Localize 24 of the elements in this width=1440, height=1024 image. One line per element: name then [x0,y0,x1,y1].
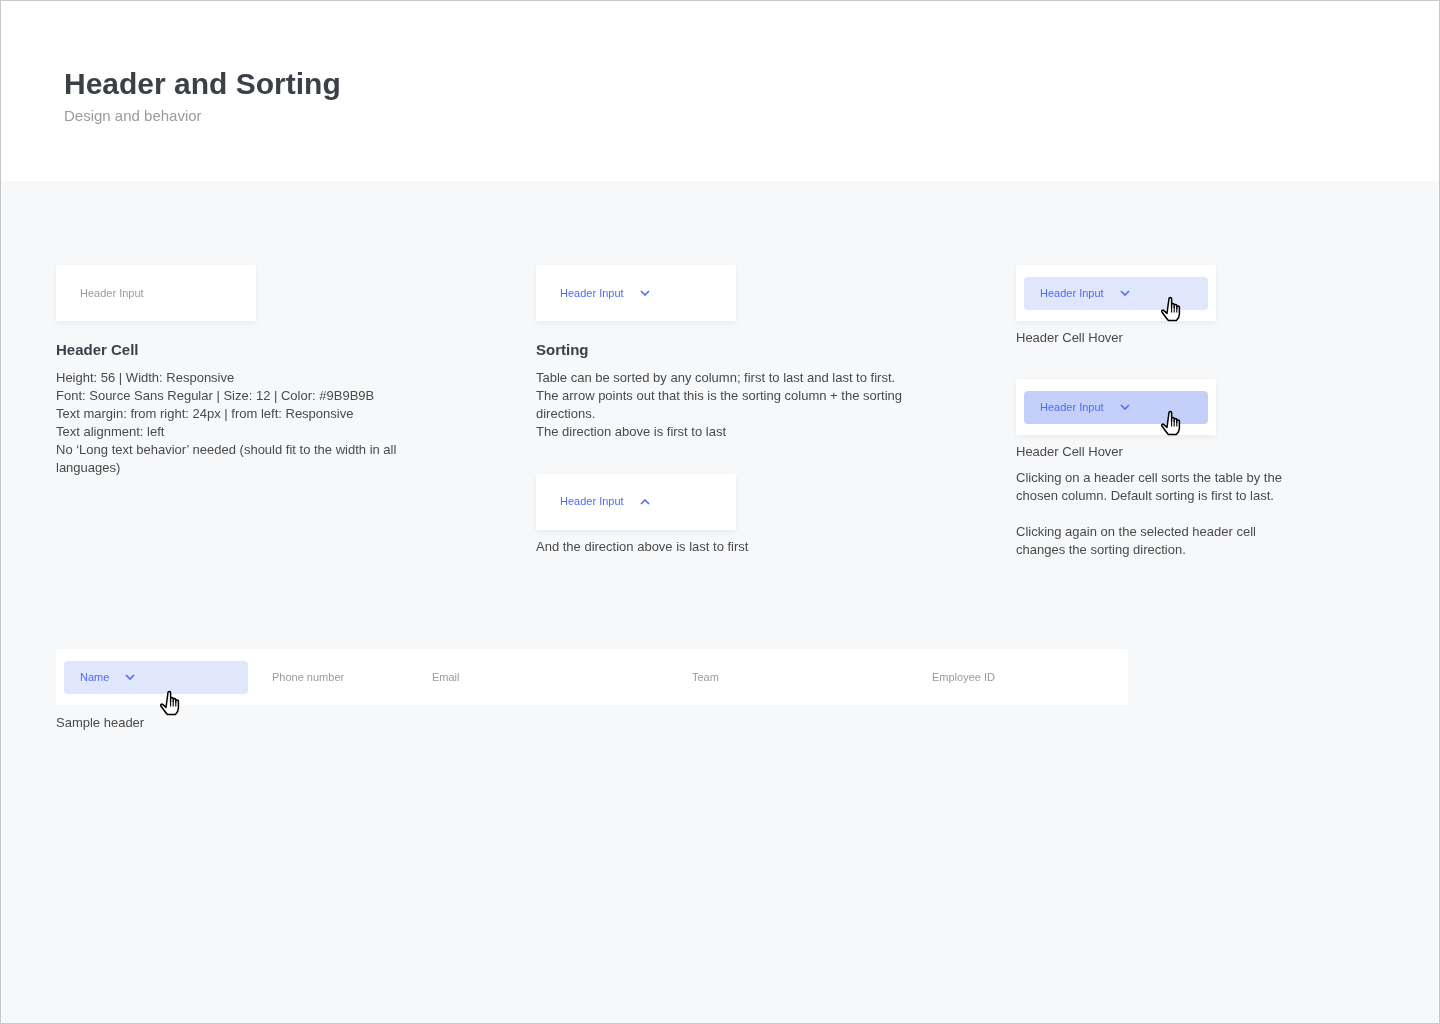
column-header[interactable]: Team [676,660,916,694]
description-text: Height: 56 | Width: Responsive [56,368,236,387]
column-header[interactable]: Phone number [256,660,416,694]
description-text: Font: Source Sans Regular | Size: 12 | Color: #9B9B9B [56,386,376,405]
caption-text: Header Cell Hover [1016,329,1124,347]
description-text: Clicking again on the selected header cell changes the sorting direction. [1016,523,1257,559]
section-heading: Header Cell [56,340,140,360]
caption-text: Sample header [56,714,146,732]
page-subtitle: Design and behavior [64,106,203,126]
column-header[interactable]: Email [416,660,676,694]
description-text: No ‘Long text behavior’ needed (should fit to the width in all languages) [56,440,398,477]
description-text: Text alignment: left [56,422,166,441]
description-text: Clicking on a header cell sorts the table by the chosen column. Default sorting is first to last. [1016,469,1283,505]
header-cell[interactable]: Header Input [1024,390,1208,424]
caption-text: And the direction above is last to first [536,537,750,556]
column-header[interactable]: Employee ID [916,660,1096,694]
description-text: Table can be sorted by any column; first to last and last to first. [536,368,897,387]
description-text: Text margin: from right: 24px | from left: Responsive [56,404,355,423]
caption-text: Header Cell Hover [1016,443,1124,461]
page-title: Header and Sorting [64,66,342,102]
description-text: The arrow points out that this is the sorting column + the sorting directions. [536,386,903,423]
section-heading: Sorting [536,340,590,360]
header-cell[interactable]: Header Input [1024,276,1208,310]
description-text: The direction above is first to last [536,422,728,441]
